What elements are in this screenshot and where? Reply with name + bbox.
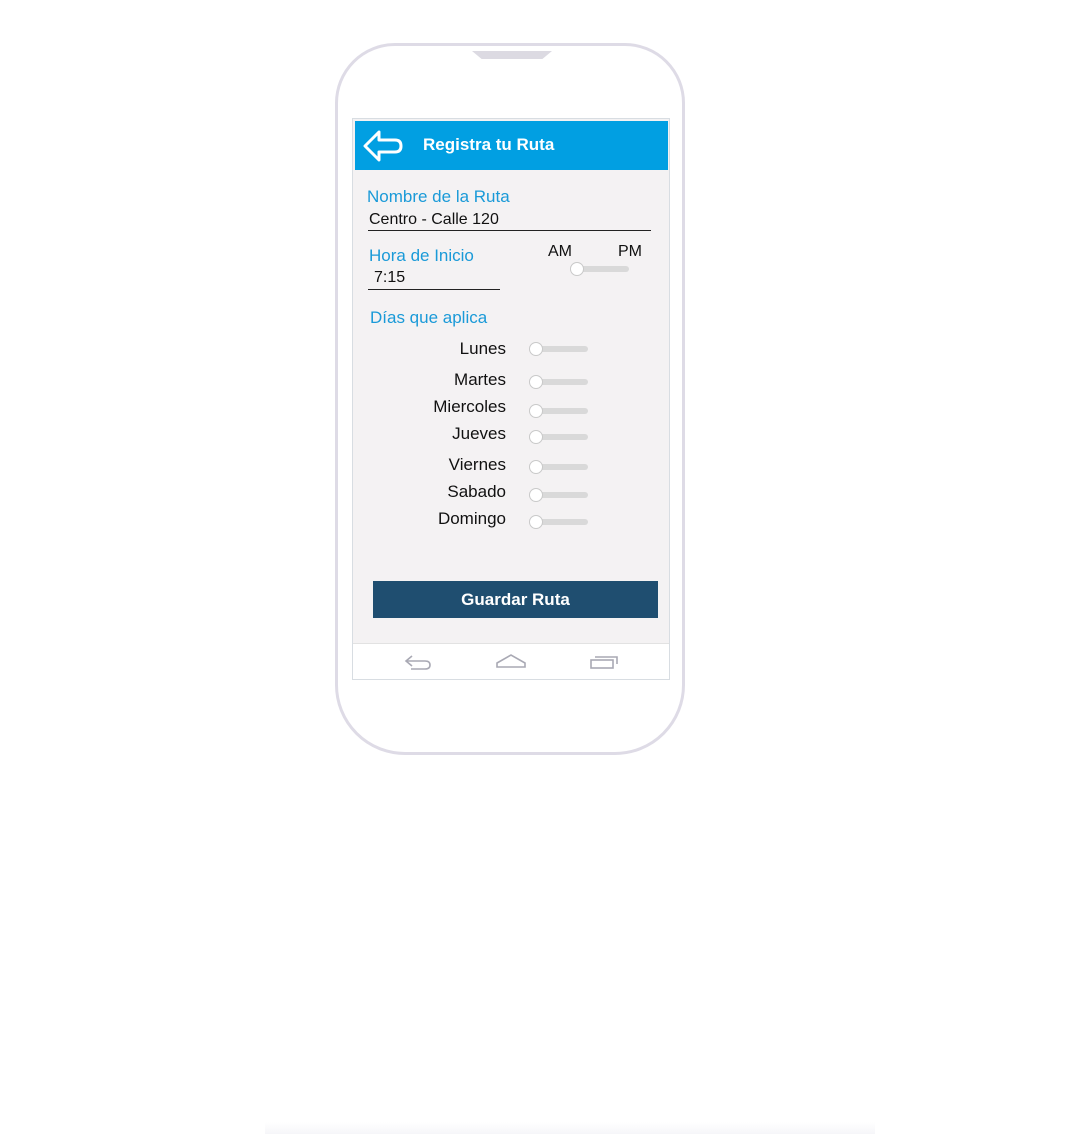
- day-switch-lunes[interactable]: [529, 342, 589, 356]
- day-switch-viernes[interactable]: [529, 460, 589, 474]
- ampm-switch[interactable]: [570, 262, 630, 276]
- page-title: Registra tu Ruta: [423, 135, 555, 154]
- day-switch-sabado[interactable]: [529, 488, 589, 502]
- route-name-label: Nombre de la Ruta: [367, 187, 510, 206]
- day-label-lunes: Lunes: [459, 339, 506, 358]
- am-label: AM: [548, 243, 572, 260]
- nav-recents-icon[interactable]: [589, 653, 619, 671]
- day-label-jueves: Jueves: [452, 424, 506, 443]
- start-time-label: Hora de Inicio: [369, 246, 474, 265]
- days-label: Días que aplica: [370, 308, 488, 327]
- day-label-sabado: Sabado: [447, 482, 506, 501]
- day-label-martes: Martes: [454, 370, 506, 389]
- app-screen: Registra tu Ruta Nombre de la Ruta Centr…: [352, 118, 670, 680]
- route-name-input[interactable]: Centro - Calle 120: [369, 211, 499, 229]
- switch-knob: [529, 430, 543, 444]
- phone-speaker: [472, 51, 552, 59]
- save-route-button[interactable]: Guardar Ruta: [373, 581, 658, 618]
- day-label-domingo: Domingo: [437, 509, 506, 528]
- switch-knob: [529, 404, 543, 418]
- back-arrow-icon[interactable]: [362, 129, 404, 163]
- bottom-shadow: [265, 1122, 875, 1134]
- switch-knob: [529, 488, 543, 502]
- day-switch-jueves[interactable]: [529, 430, 589, 444]
- switch-knob: [529, 375, 543, 389]
- nav-back-icon[interactable]: [403, 653, 433, 671]
- nav-home-icon[interactable]: [495, 653, 527, 671]
- switch-knob: [529, 460, 543, 474]
- start-time-underline: [368, 289, 500, 290]
- day-switch-martes[interactable]: [529, 375, 589, 389]
- day-switch-miercoles[interactable]: [529, 404, 589, 418]
- day-label-viernes: Viernes: [448, 455, 506, 474]
- route-name-underline: [368, 230, 651, 231]
- start-time-input[interactable]: 7:15: [374, 269, 405, 287]
- switch-knob: [570, 262, 584, 276]
- switch-knob: [529, 342, 543, 356]
- pm-label: PM: [618, 243, 642, 260]
- day-switch-domingo[interactable]: [529, 515, 589, 529]
- app-bar: Registra tu Ruta: [355, 121, 668, 170]
- switch-knob: [529, 515, 543, 529]
- system-nav-bar: [353, 643, 669, 679]
- day-label-miercoles: Miercoles: [433, 397, 506, 416]
